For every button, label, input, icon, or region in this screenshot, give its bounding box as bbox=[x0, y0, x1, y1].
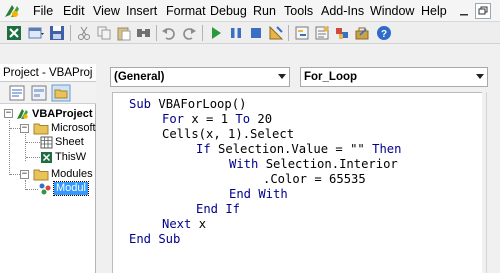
code-line: End Sub bbox=[129, 232, 181, 246]
menu-addins[interactable]: Add-Ins bbox=[321, 4, 364, 18]
save-icon[interactable] bbox=[49, 25, 65, 41]
project-explorer-toolbar bbox=[0, 82, 96, 104]
run-icon[interactable] bbox=[208, 25, 224, 41]
code-line: End With bbox=[229, 187, 288, 201]
folder-icon bbox=[33, 169, 49, 181]
code-line: If Selection.Value = "" Then bbox=[196, 142, 402, 156]
vertical-scrollbar[interactable] bbox=[486, 92, 500, 273]
menu-tools[interactable]: Tools bbox=[284, 4, 313, 18]
redo-icon[interactable] bbox=[181, 25, 197, 41]
tree-module[interactable]: Modul bbox=[53, 181, 89, 196]
standard-toolbar: ? bbox=[0, 22, 500, 44]
project-explorer: Project - VBAProj − VBAProject − Microso… bbox=[0, 64, 96, 273]
tree-microsoft[interactable]: Microsoft bbox=[51, 122, 96, 135]
tree-sheet[interactable]: Sheet bbox=[55, 136, 84, 149]
help-icon[interactable]: ? bbox=[376, 25, 392, 41]
view-code-icon[interactable] bbox=[7, 84, 27, 102]
paste-icon[interactable] bbox=[116, 25, 132, 41]
insert-userform-icon[interactable] bbox=[28, 25, 44, 41]
menu-debug[interactable]: Debug bbox=[210, 4, 247, 18]
code-line: With Selection.Interior bbox=[229, 157, 398, 171]
reset-icon[interactable] bbox=[248, 25, 264, 41]
minimize-icon[interactable] bbox=[456, 3, 472, 19]
folder-icon bbox=[33, 123, 49, 135]
tree-modules[interactable]: Modules bbox=[51, 168, 93, 181]
vba-app-icon bbox=[5, 5, 19, 17]
project-explorer-icon[interactable] bbox=[294, 25, 310, 41]
break-icon[interactable] bbox=[228, 25, 244, 41]
procedure-combo[interactable]: For_Loop bbox=[300, 67, 488, 87]
vbaproject-icon bbox=[17, 109, 28, 119]
copy-icon[interactable] bbox=[96, 25, 112, 41]
tree-vbaproject[interactable]: VBAProject bbox=[32, 108, 93, 121]
restore-button[interactable] bbox=[475, 3, 491, 19]
menu-edit[interactable]: Edit bbox=[63, 4, 85, 18]
restore-icon bbox=[478, 6, 488, 15]
procedure-combo-value: For_Loop bbox=[304, 71, 358, 83]
undo-icon[interactable] bbox=[161, 25, 177, 41]
code-line: End If bbox=[196, 202, 241, 216]
toggle-folders-icon[interactable] bbox=[51, 84, 71, 102]
menu-window[interactable]: Window bbox=[370, 4, 414, 18]
object-browser-icon[interactable] bbox=[334, 25, 350, 41]
tree-this-workbook[interactable]: ThisW bbox=[55, 151, 86, 164]
find-icon[interactable] bbox=[136, 25, 152, 41]
menu-help[interactable]: Help bbox=[421, 4, 447, 18]
expander-vbaproject[interactable]: − bbox=[4, 109, 13, 118]
toolbox-icon[interactable] bbox=[354, 25, 370, 41]
object-combo-value: (General) bbox=[114, 71, 165, 83]
chevron-down-icon bbox=[278, 74, 286, 79]
menu-run[interactable]: Run bbox=[253, 4, 276, 18]
code-editor[interactable]: Sub VBAForLoop() For x = 1 To 20 Cells(x… bbox=[112, 92, 482, 273]
workbook-icon bbox=[41, 152, 52, 163]
view-object-icon[interactable] bbox=[29, 84, 49, 102]
properties-icon[interactable] bbox=[314, 25, 330, 41]
excel-icon[interactable] bbox=[6, 25, 22, 41]
expander-microsoft[interactable]: − bbox=[20, 124, 29, 133]
module-icon bbox=[39, 183, 51, 195]
menu-view[interactable]: View bbox=[93, 4, 120, 18]
code-line: .Color = 65535 bbox=[263, 172, 366, 186]
design-mode-icon[interactable] bbox=[268, 25, 284, 41]
cut-icon[interactable] bbox=[76, 25, 92, 41]
code-line: For x = 1 To 20 bbox=[162, 112, 273, 126]
svg-text:?: ? bbox=[381, 29, 387, 40]
expander-modules[interactable]: − bbox=[20, 170, 29, 179]
project-explorer-title: Project - VBAProj bbox=[0, 64, 96, 82]
chevron-down-icon bbox=[476, 74, 484, 79]
object-combo[interactable]: (General) bbox=[110, 67, 290, 87]
menu-bar: File Edit View Insert Format Debug Run T… bbox=[0, 0, 500, 22]
code-line: Next x bbox=[162, 217, 207, 231]
sheet-icon bbox=[40, 136, 53, 149]
menu-insert[interactable]: Insert bbox=[126, 4, 157, 18]
menu-file[interactable]: File bbox=[33, 4, 53, 18]
menu-format[interactable]: Format bbox=[166, 4, 206, 18]
code-window: (General) For_Loop Sub VBAForLoop() For … bbox=[100, 64, 500, 273]
code-line: Sub VBAForLoop() bbox=[129, 97, 247, 111]
code-line: Cells(x, 1).Select bbox=[162, 127, 295, 141]
